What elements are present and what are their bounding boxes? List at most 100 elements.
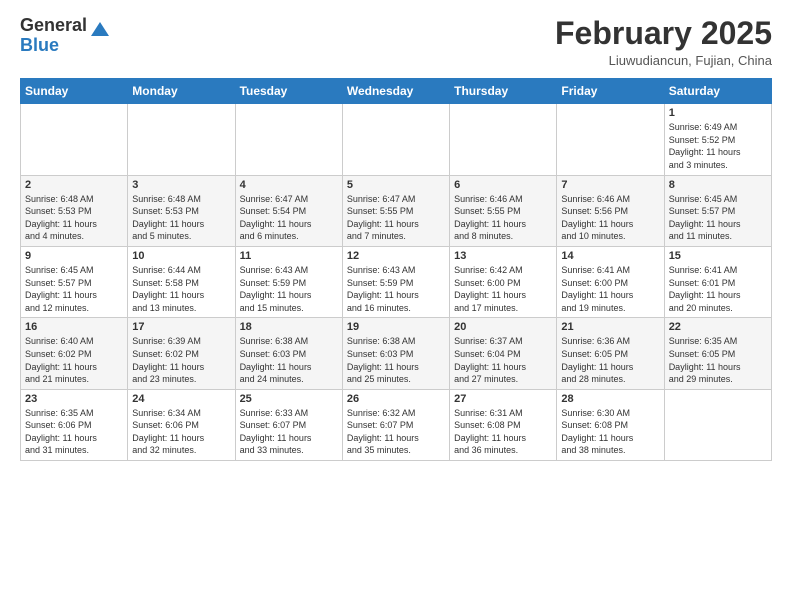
day-cell: [235, 104, 342, 175]
col-monday: Monday: [128, 79, 235, 104]
day-number: 14: [561, 250, 659, 262]
day-info: Sunrise: 6:44 AM Sunset: 5:58 PM Dayligh…: [132, 264, 230, 314]
day-cell: 16 Sunrise: 6:40 AM Sunset: 6:02 PM Dayli…: [21, 318, 128, 389]
day-number: 4: [240, 179, 338, 191]
day-number: 8: [669, 179, 767, 191]
day-info: Sunrise: 6:45 AM Sunset: 5:57 PM Dayligh…: [25, 264, 123, 314]
day-info: Sunrise: 6:37 AM Sunset: 6:04 PM Dayligh…: [454, 335, 552, 385]
day-cell: 21 Sunrise: 6:36 AM Sunset: 6:05 PM Dayli…: [557, 318, 664, 389]
day-number: 12: [347, 250, 445, 262]
day-info: Sunrise: 6:43 AM Sunset: 5:59 PM Dayligh…: [240, 264, 338, 314]
day-cell: 27 Sunrise: 6:31 AM Sunset: 6:08 PM Dayli…: [450, 389, 557, 460]
title-block: February 2025 Liuwudiancun, Fujian, Chin…: [555, 16, 772, 68]
day-number: 9: [25, 250, 123, 262]
logo-general: General: [20, 15, 87, 35]
day-cell: 8 Sunrise: 6:45 AM Sunset: 5:57 PM Daylig…: [664, 175, 771, 246]
day-cell: 6Sunrise: 6:46 AM Sunset: 5:55 PM Daylig…: [450, 175, 557, 246]
day-info: Sunrise: 6:46 AM Sunset: 5:56 PM Dayligh…: [561, 193, 659, 243]
col-friday: Friday: [557, 79, 664, 104]
day-cell: 18 Sunrise: 6:38 AM Sunset: 6:03 PM Dayli…: [235, 318, 342, 389]
day-cell: 15 Sunrise: 6:41 AM Sunset: 6:01 PM Dayli…: [664, 246, 771, 317]
day-cell: 2Sunrise: 6:48 AM Sunset: 5:53 PM Daylig…: [21, 175, 128, 246]
day-info: Sunrise: 6:41 AM Sunset: 6:00 PM Dayligh…: [561, 264, 659, 314]
day-info: Sunrise: 6:48 AM Sunset: 5:53 PM Dayligh…: [132, 193, 230, 243]
day-cell: 13Sunrise: 6:42 AM Sunset: 6:00 PM Dayli…: [450, 246, 557, 317]
day-number: 5: [347, 179, 445, 191]
location: Liuwudiancun, Fujian, China: [555, 53, 772, 68]
day-cell: 26 Sunrise: 6:32 AM Sunset: 6:07 PM Dayli…: [342, 389, 449, 460]
day-number: 27: [454, 393, 552, 405]
day-cell: [450, 104, 557, 175]
day-number: 15: [669, 250, 767, 262]
calendar-header-row: Sunday Monday Tuesday Wednesday Thursday…: [21, 79, 772, 104]
day-number: 28: [561, 393, 659, 405]
day-info: Sunrise: 6:47 AM Sunset: 5:54 PM Dayligh…: [240, 193, 338, 243]
day-cell: 19Sunrise: 6:38 AM Sunset: 6:03 PM Dayli…: [342, 318, 449, 389]
day-info: Sunrise: 6:34 AM Sunset: 6:06 PM Dayligh…: [132, 407, 230, 457]
day-info: Sunrise: 6:38 AM Sunset: 6:03 PM Dayligh…: [240, 335, 338, 385]
day-number: 23: [25, 393, 123, 405]
day-cell: 20 Sunrise: 6:37 AM Sunset: 6:04 PM Dayli…: [450, 318, 557, 389]
day-info: Sunrise: 6:32 AM Sunset: 6:07 PM Dayligh…: [347, 407, 445, 457]
logo-text: General Blue: [20, 16, 87, 56]
page: General Blue February 2025 Liuwudiancun,…: [0, 0, 792, 612]
day-cell: 5 Sunrise: 6:47 AM Sunset: 5:55 PM Daylig…: [342, 175, 449, 246]
week-row-1: 1 Sunrise: 6:49 AM Sunset: 5:52 PM Daylig…: [21, 104, 772, 175]
day-number: 1: [669, 107, 767, 119]
week-row-4: 16 Sunrise: 6:40 AM Sunset: 6:02 PM Dayli…: [21, 318, 772, 389]
day-number: 19: [347, 321, 445, 333]
day-info: Sunrise: 6:33 AM Sunset: 6:07 PM Dayligh…: [240, 407, 338, 457]
day-info: Sunrise: 6:47 AM Sunset: 5:55 PM Dayligh…: [347, 193, 445, 243]
day-info: Sunrise: 6:41 AM Sunset: 6:01 PM Dayligh…: [669, 264, 767, 314]
day-info: Sunrise: 6:35 AM Sunset: 6:06 PM Dayligh…: [25, 407, 123, 457]
day-cell: [128, 104, 235, 175]
week-row-3: 9 Sunrise: 6:45 AM Sunset: 5:57 PM Daylig…: [21, 246, 772, 317]
day-info: Sunrise: 6:35 AM Sunset: 6:05 PM Dayligh…: [669, 335, 767, 385]
day-info: Sunrise: 6:43 AM Sunset: 5:59 PM Dayligh…: [347, 264, 445, 314]
day-info: Sunrise: 6:36 AM Sunset: 6:05 PM Dayligh…: [561, 335, 659, 385]
month-title: February 2025: [555, 16, 772, 51]
day-cell: [664, 389, 771, 460]
day-number: 13: [454, 250, 552, 262]
day-number: 21: [561, 321, 659, 333]
col-tuesday: Tuesday: [235, 79, 342, 104]
day-number: 24: [132, 393, 230, 405]
day-number: 6: [454, 179, 552, 191]
day-number: 22: [669, 321, 767, 333]
day-cell: 24 Sunrise: 6:34 AM Sunset: 6:06 PM Dayli…: [128, 389, 235, 460]
day-cell: [557, 104, 664, 175]
day-cell: 22 Sunrise: 6:35 AM Sunset: 6:05 PM Dayli…: [664, 318, 771, 389]
logo-icon: [89, 18, 111, 40]
day-cell: 9 Sunrise: 6:45 AM Sunset: 5:57 PM Daylig…: [21, 246, 128, 317]
day-info: Sunrise: 6:45 AM Sunset: 5:57 PM Dayligh…: [669, 193, 767, 243]
day-info: Sunrise: 6:40 AM Sunset: 6:02 PM Dayligh…: [25, 335, 123, 385]
week-row-2: 2Sunrise: 6:48 AM Sunset: 5:53 PM Daylig…: [21, 175, 772, 246]
day-cell: 3 Sunrise: 6:48 AM Sunset: 5:53 PM Daylig…: [128, 175, 235, 246]
day-number: 3: [132, 179, 230, 191]
day-info: Sunrise: 6:39 AM Sunset: 6:02 PM Dayligh…: [132, 335, 230, 385]
day-number: 20: [454, 321, 552, 333]
day-cell: 28 Sunrise: 6:30 AM Sunset: 6:08 PM Dayli…: [557, 389, 664, 460]
logo-blue: Blue: [20, 35, 59, 55]
col-wednesday: Wednesday: [342, 79, 449, 104]
day-info: Sunrise: 6:30 AM Sunset: 6:08 PM Dayligh…: [561, 407, 659, 457]
day-info: Sunrise: 6:49 AM Sunset: 5:52 PM Dayligh…: [669, 121, 767, 171]
day-cell: [342, 104, 449, 175]
day-number: 11: [240, 250, 338, 262]
day-cell: 12 Sunrise: 6:43 AM Sunset: 5:59 PM Dayli…: [342, 246, 449, 317]
day-number: 18: [240, 321, 338, 333]
day-cell: 14 Sunrise: 6:41 AM Sunset: 6:00 PM Dayli…: [557, 246, 664, 317]
day-cell: 23 Sunrise: 6:35 AM Sunset: 6:06 PM Dayli…: [21, 389, 128, 460]
day-info: Sunrise: 6:31 AM Sunset: 6:08 PM Dayligh…: [454, 407, 552, 457]
day-cell: 11 Sunrise: 6:43 AM Sunset: 5:59 PM Dayli…: [235, 246, 342, 317]
day-info: Sunrise: 6:48 AM Sunset: 5:53 PM Dayligh…: [25, 193, 123, 243]
day-number: 16: [25, 321, 123, 333]
day-cell: 10 Sunrise: 6:44 AM Sunset: 5:58 PM Dayli…: [128, 246, 235, 317]
logo: General Blue: [20, 16, 111, 56]
col-saturday: Saturday: [664, 79, 771, 104]
day-cell: 4 Sunrise: 6:47 AM Sunset: 5:54 PM Daylig…: [235, 175, 342, 246]
day-number: 17: [132, 321, 230, 333]
col-sunday: Sunday: [21, 79, 128, 104]
day-number: 26: [347, 393, 445, 405]
day-number: 10: [132, 250, 230, 262]
